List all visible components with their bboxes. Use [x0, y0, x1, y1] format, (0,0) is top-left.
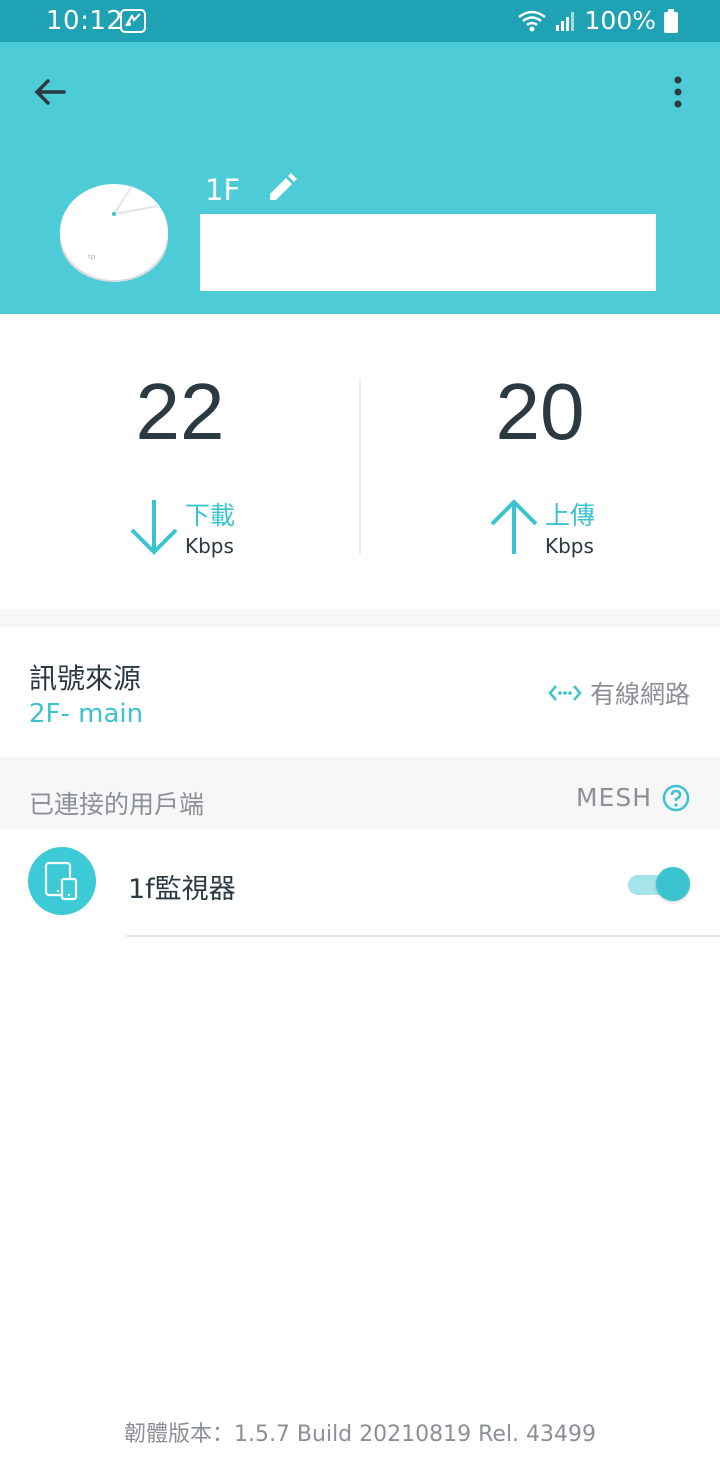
wifi-icon [517, 10, 546, 31]
battery-icon [664, 8, 678, 33]
client-avatar [28, 847, 96, 915]
connection-type: 有線網路 [548, 675, 690, 711]
notification-app-icon [120, 9, 146, 33]
device-detail-screen: 10:12 100% tp 1F 22 下載 Kbps 20 上傳 Kbps 訊… [0, 0, 720, 1480]
help-circle-icon[interactable] [662, 784, 690, 812]
speed-section: 22 下載 Kbps 20 上傳 Kbps [0, 314, 720, 609]
edit-pencil-icon[interactable] [266, 172, 298, 204]
mesh-label: MESH [575, 783, 652, 812]
upload-arrow-icon [490, 499, 538, 554]
download-speed-value: 22 [135, 367, 225, 456]
section-gap [0, 609, 720, 627]
toggle-knob [656, 867, 690, 901]
status-right-cluster: 100% [517, 6, 678, 35]
download-label: 下載 [185, 501, 236, 530]
upload-label: 上傳 [545, 501, 596, 530]
upload-unit: Kbps [545, 534, 594, 558]
upload-speed-value: 20 [495, 367, 585, 456]
client-toggle[interactable] [628, 867, 690, 901]
back-arrow-icon[interactable] [30, 72, 70, 112]
mesh-help[interactable]: MESH [576, 783, 690, 812]
ethernet-link-icon [548, 685, 582, 701]
svg-text:tp: tp [88, 253, 96, 261]
tablet-phone-icon [44, 861, 78, 901]
clients-title: 已連接的用戶端 [29, 790, 205, 819]
status-bar: 10:12 100% [0, 0, 720, 42]
deco-device-image: tp [60, 184, 168, 282]
battery-percent: 100% [584, 6, 656, 35]
device-location-box [200, 214, 656, 291]
client-name: 1f監視器 [128, 874, 236, 905]
download-arrow-icon [130, 500, 178, 555]
row-divider [126, 935, 720, 937]
more-vert-icon[interactable] [660, 72, 696, 112]
client-row[interactable]: 1f監視器 [0, 829, 720, 937]
signal-source-title: 訊號來源 [29, 662, 142, 695]
signal-source-value[interactable]: 2F- main [29, 699, 143, 729]
cell-signal-icon [555, 11, 574, 31]
status-time: 10:12 [46, 6, 124, 36]
device-name: 1F [205, 173, 241, 207]
clients-header: 已連接的用戶端 MESH [0, 757, 720, 829]
firmware-version: 韌體版本：1.5.7 Build 20210819 Rel. 43499 [123, 1422, 597, 1447]
signal-source-section: 訊號來源 2F- main 有線網路 [0, 627, 720, 757]
download-unit: Kbps [185, 534, 234, 558]
device-header: tp 1F [0, 42, 720, 314]
connection-type-label: 有線網路 [589, 680, 690, 709]
